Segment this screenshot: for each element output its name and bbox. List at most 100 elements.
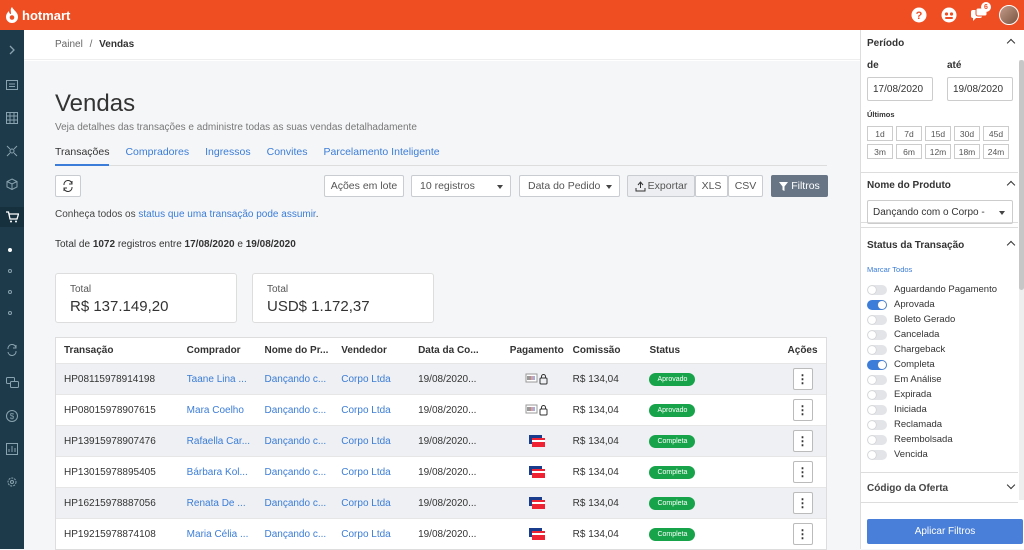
expand-icon[interactable] bbox=[0, 40, 24, 60]
sync-icon[interactable] bbox=[0, 340, 24, 360]
buyer-link[interactable]: Rafaella Car... bbox=[187, 436, 265, 447]
buyer-link[interactable]: Taane Lina ... bbox=[187, 374, 265, 385]
seller-link[interactable]: Corpo Ltda bbox=[341, 436, 418, 447]
status-title[interactable]: Status da Transação bbox=[867, 240, 964, 251]
buyer-link[interactable]: Renata De ... bbox=[187, 498, 265, 509]
messages-icon[interactable] bbox=[0, 373, 24, 393]
product-link[interactable]: Dançando c... bbox=[264, 529, 341, 540]
col-header[interactable]: Nome do Pr... bbox=[264, 345, 341, 356]
product-select[interactable]: Dançando com o Corpo - bbox=[867, 200, 1013, 224]
csv-button[interactable]: CSV bbox=[728, 175, 763, 197]
status-toggle[interactable] bbox=[867, 375, 887, 385]
row-actions-button[interactable]: ⋮ bbox=[792, 368, 813, 390]
support-icon[interactable] bbox=[934, 0, 964, 30]
transaction-id[interactable]: HP08015978907615 bbox=[56, 405, 187, 416]
row-actions-button[interactable]: ⋮ bbox=[792, 430, 813, 452]
col-header[interactable]: Comissão bbox=[573, 345, 650, 356]
buyer-link[interactable]: Maria Célia ... bbox=[187, 529, 265, 540]
status-toggle[interactable] bbox=[867, 300, 887, 310]
date-from-input[interactable]: 17/08/2020 bbox=[867, 77, 933, 101]
help-icon[interactable]: ? bbox=[904, 0, 934, 30]
period-preset-7d[interactable]: 7d bbox=[896, 126, 922, 141]
status-toggle[interactable] bbox=[867, 345, 887, 355]
submenu-dot[interactable] bbox=[8, 269, 12, 273]
row-actions-button[interactable]: ⋮ bbox=[792, 523, 813, 545]
col-header[interactable]: Status bbox=[649, 345, 779, 356]
settings-icon[interactable] bbox=[0, 472, 24, 492]
status-toggle[interactable] bbox=[867, 390, 887, 400]
offer-title[interactable]: Código da Oferta bbox=[867, 483, 948, 494]
row-actions-button[interactable]: ⋮ bbox=[792, 461, 813, 483]
scrollbar[interactable] bbox=[1019, 60, 1024, 500]
tab-compradores[interactable]: Compradores bbox=[125, 144, 189, 166]
table-row[interactable]: HP16215978887056 Renata De ... Dançando c.… bbox=[56, 487, 826, 518]
reports-icon[interactable] bbox=[0, 439, 24, 459]
chevron-up-icon[interactable] bbox=[1006, 240, 1016, 250]
seller-link[interactable]: Corpo Ltda bbox=[341, 405, 418, 416]
buyer-link[interactable]: Bárbara Kol... bbox=[187, 467, 265, 478]
chevron-up-icon[interactable] bbox=[1006, 180, 1016, 190]
period-preset-1d[interactable]: 1d bbox=[867, 126, 893, 141]
period-preset-15d[interactable]: 15d bbox=[925, 126, 951, 141]
col-header[interactable]: Vendedor bbox=[341, 345, 418, 356]
transaction-id[interactable]: HP13915978907476 bbox=[56, 436, 187, 447]
status-toggle[interactable] bbox=[867, 405, 887, 415]
status-toggle[interactable] bbox=[867, 315, 887, 325]
seller-link[interactable]: Corpo Ltda bbox=[341, 374, 418, 385]
status-toggle[interactable] bbox=[867, 420, 887, 430]
dollar-icon[interactable]: $ bbox=[0, 406, 24, 426]
mark-all-link[interactable]: Marcar Todos bbox=[867, 265, 912, 274]
xls-button[interactable]: XLS bbox=[695, 175, 728, 197]
refresh-button[interactable] bbox=[55, 175, 81, 197]
hotmart-logo[interactable]: hotmart bbox=[5, 7, 70, 23]
table-row[interactable]: HP13915978907476 Rafaella Car... Dançando … bbox=[56, 425, 826, 456]
period-preset-45d[interactable]: 45d bbox=[983, 126, 1009, 141]
col-header[interactable]: Transação bbox=[56, 345, 187, 356]
table-row[interactable]: HP13015978895405 Bárbara Kol... Dançando c… bbox=[56, 456, 826, 487]
buyer-link[interactable]: Mara Coelho bbox=[187, 405, 265, 416]
date-to-input[interactable]: 19/08/2020 bbox=[947, 77, 1013, 101]
table-row[interactable]: HP19215978874108 Maria Célia ... Dançando … bbox=[56, 518, 826, 549]
transaction-id[interactable]: HP08115978914198 bbox=[56, 374, 187, 385]
breadcrumb-parent[interactable]: Painel bbox=[55, 39, 83, 50]
transaction-id[interactable]: HP13015978895405 bbox=[56, 467, 187, 478]
row-actions-button[interactable]: ⋮ bbox=[792, 399, 813, 421]
status-toggle[interactable] bbox=[867, 435, 887, 445]
status-link[interactable]: status que uma transação pode assumir bbox=[138, 209, 315, 220]
submenu-dot[interactable] bbox=[8, 290, 12, 294]
table-row[interactable]: HP08115978914198 Taane Lina ... Dançando c… bbox=[56, 363, 826, 394]
product-link[interactable]: Dançando c... bbox=[264, 405, 341, 416]
filters-button[interactable]: Filtros bbox=[771, 175, 828, 197]
period-preset-30d[interactable]: 30d bbox=[954, 126, 980, 141]
col-header[interactable]: Data da Co... bbox=[418, 345, 501, 356]
scrollbar-thumb[interactable] bbox=[1019, 60, 1024, 290]
submenu-dot-active[interactable] bbox=[8, 248, 12, 252]
period-preset-3m[interactable]: 3m bbox=[867, 144, 893, 159]
col-header[interactable]: Comprador bbox=[187, 345, 265, 356]
grid-icon[interactable] bbox=[0, 108, 24, 128]
network-icon[interactable] bbox=[0, 141, 24, 161]
apply-filters-button[interactable]: Aplicar Filtros bbox=[867, 519, 1023, 544]
submenu-dot[interactable] bbox=[8, 311, 12, 315]
period-preset-18m[interactable]: 18m bbox=[954, 144, 980, 159]
box-icon[interactable] bbox=[0, 174, 24, 194]
per-page-select[interactable]: 10 registros bbox=[411, 175, 511, 197]
status-toggle[interactable] bbox=[867, 360, 887, 370]
period-title[interactable]: Período bbox=[867, 38, 904, 49]
status-toggle[interactable] bbox=[867, 285, 887, 295]
period-preset-6m[interactable]: 6m bbox=[896, 144, 922, 159]
export-button[interactable]: Exportar bbox=[627, 175, 695, 197]
product-link[interactable]: Dançando c... bbox=[264, 374, 341, 385]
sort-select[interactable]: Data do Pedido bbox=[519, 175, 620, 197]
tab-convites[interactable]: Convites bbox=[267, 144, 308, 166]
col-header[interactable]: Pagamento bbox=[501, 345, 573, 356]
product-title[interactable]: Nome do Produto bbox=[867, 180, 951, 191]
chevron-up-icon[interactable] bbox=[1006, 38, 1016, 48]
tab-parcelamento[interactable]: Parcelamento Inteligente bbox=[323, 144, 439, 166]
row-actions-button[interactable]: ⋮ bbox=[792, 492, 813, 514]
product-link[interactable]: Dançando c... bbox=[264, 467, 341, 478]
period-preset-24m[interactable]: 24m bbox=[983, 144, 1009, 159]
product-link[interactable]: Dançando c... bbox=[264, 436, 341, 447]
status-toggle[interactable] bbox=[867, 330, 887, 340]
chevron-down-icon[interactable] bbox=[1006, 480, 1016, 490]
